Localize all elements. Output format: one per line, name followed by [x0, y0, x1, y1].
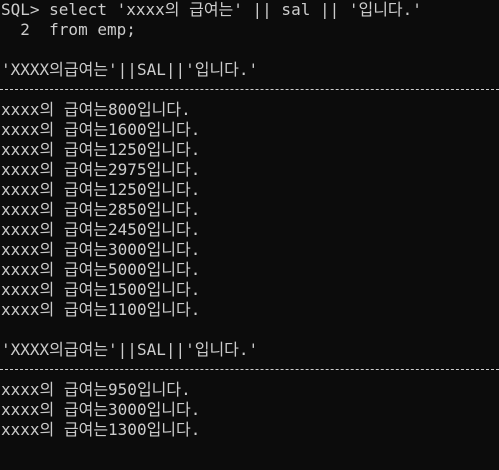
result-row: xxxx의 급여는1600입니다. [1, 120, 201, 139]
result-row: xxxx의 급여는2450입니다. [1, 220, 201, 239]
result-row: xxxx의 급여는3000입니다. [1, 240, 201, 259]
result-row: xxxx의 급여는1250입니다. [1, 140, 201, 159]
result-row: xxxx의 급여는3000입니다. [1, 400, 201, 419]
result-row: xxxx의 급여는1250입니다. [1, 180, 201, 199]
result-row: xxxx의 급여는1500입니다. [1, 280, 201, 299]
result-row: xxxx의 급여는800입니다. [1, 100, 191, 119]
result-row: xxxx의 급여는5000입니다. [1, 260, 201, 279]
sql-command-line: SQL> select 'xxxx의 급여는' || sal || '입니다.' [1, 0, 422, 19]
result-row: xxxx의 급여는2850입니다. [1, 200, 201, 219]
result-row: xxxx의 급여는2975입니다. [1, 160, 201, 179]
result-row: xxxx의 급여는950입니다. [1, 380, 191, 399]
result-column-header: 'XXXX의급여는'||SAL||'입니다.' [1, 340, 259, 359]
result-rows-block-2: xxxx의 급여는950입니다. xxxx의 급여는3000입니다. xxxx의… [0, 380, 499, 440]
result-column-header: 'XXXX의급여는'||SAL||'입니다.' [1, 60, 259, 79]
result-row: xxxx의 급여는1300입니다. [1, 420, 201, 439]
sql-continuation-line: 2 from emp; [1, 20, 136, 39]
header-underline [0, 360, 499, 380]
terminal-window[interactable]: SQL> select 'xxxx의 급여는' || sal || '입니다.'… [0, 0, 499, 470]
result-rows-block-1: xxxx의 급여는800입니다. xxxx의 급여는1600입니다. xxxx의… [0, 100, 499, 320]
header-underline [0, 80, 499, 100]
result-row: xxxx의 급여는1100입니다. [1, 300, 201, 319]
